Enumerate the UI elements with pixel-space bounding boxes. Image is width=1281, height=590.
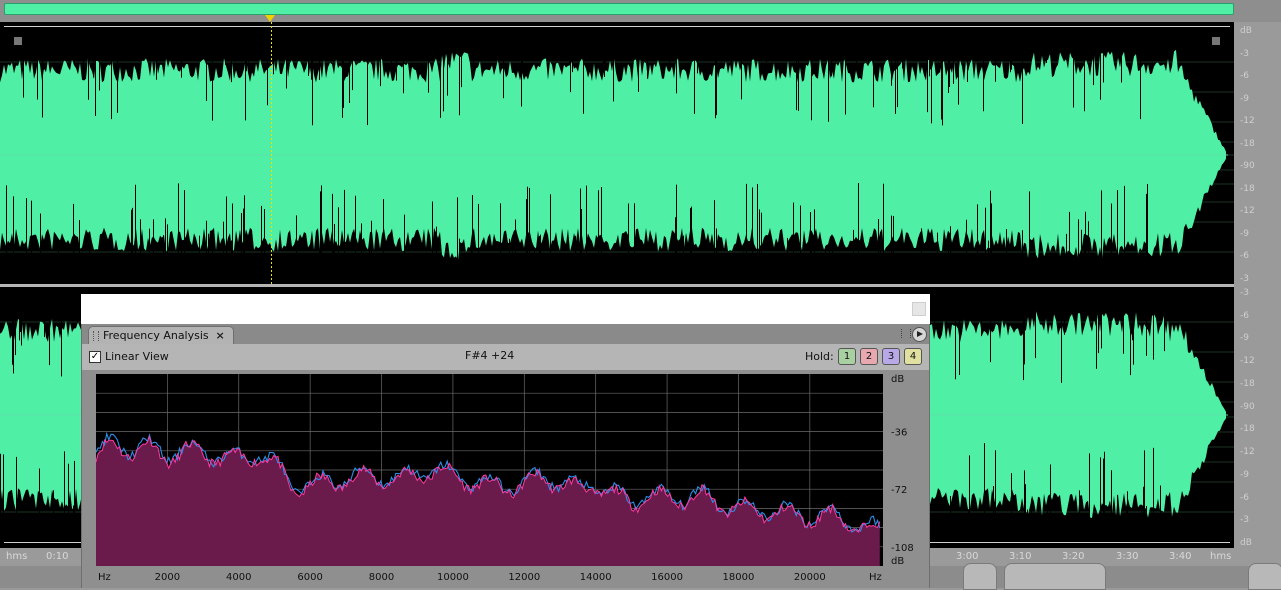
time-tick-label: 3:30 <box>1116 551 1139 562</box>
tab-frequency-analysis[interactable]: Frequency Analysis × <box>88 326 234 345</box>
amplitude-tick-label: -3 <box>1240 288 1249 298</box>
grip-icon[interactable] <box>93 331 99 341</box>
hold-button-1[interactable]: 1 <box>838 348 856 365</box>
tab-label: Frequency Analysis <box>103 329 209 342</box>
overview-bar[interactable] <box>0 0 1281 22</box>
amplitude-tick-label: -90 <box>1240 161 1255 172</box>
x-tick-label: 2000 <box>155 572 180 583</box>
note-readout: F#4 +24 <box>465 349 515 362</box>
amplitude-tick-label: -6 <box>1240 492 1249 503</box>
amplitude-tick-label: -9 <box>1240 333 1249 344</box>
amplitude-tick-label: dB <box>1240 538 1252 548</box>
y-tick-label: -72 <box>891 485 907 496</box>
amplitude-scale-top: dB -3 -6 -9 -12 -18 -90 -18 -12 -9 -6 -3 <box>1234 22 1280 284</box>
frequency-spectrum-graph[interactable]: 2000 4000 6000 8000 10000 12000 14000 16000 1800… <box>82 370 929 588</box>
amplitude-tick-label: dB <box>1240 26 1252 36</box>
amplitude-tick-label: -90 <box>1240 401 1255 412</box>
x-tick-label: 14000 <box>580 572 612 583</box>
hold-button-2[interactable]: 2 <box>860 348 878 365</box>
amplitude-tick-label: -18 <box>1240 378 1255 389</box>
amplitude-tick-label: -3 <box>1240 274 1249 284</box>
grip-icon[interactable] <box>901 329 911 338</box>
amplitude-scale-bottom: -3 -6 -9 -12 -18 -90 -18 -12 -9 -6 -3 dB <box>1234 284 1280 548</box>
panel-tab[interactable] <box>1248 563 1281 590</box>
y-tick-label: -108 <box>891 543 914 554</box>
hold-button-4[interactable]: 4 <box>904 348 922 365</box>
close-icon[interactable] <box>912 302 926 316</box>
y-axis-unit-bottom: dB <box>891 556 904 567</box>
panel-tab[interactable] <box>1004 563 1106 590</box>
x-tick-label: 8000 <box>369 572 394 583</box>
playhead-marker-icon[interactable] <box>265 15 276 22</box>
amplitude-tick-label: -18 <box>1240 183 1255 194</box>
time-tick-label: 3:10 <box>1009 551 1032 562</box>
amplitude-tick-label: -12 <box>1240 116 1255 127</box>
channel-border <box>4 26 1230 27</box>
x-tick-label: 18000 <box>723 572 755 583</box>
amplitude-tick-label: -12 <box>1240 206 1255 217</box>
overview-range-bar[interactable] <box>4 3 1234 15</box>
channel-divider <box>0 284 1234 287</box>
amplitude-tick-label: -9 <box>1240 228 1249 239</box>
handle-icon[interactable] <box>14 37 22 45</box>
time-unit-left: hms <box>6 551 28 562</box>
time-tick-label: 3:20 <box>1062 551 1085 562</box>
x-axis-unit-left: Hz <box>98 572 111 583</box>
time-tick-label: 3:00 <box>956 551 979 562</box>
time-tick-label: 3:40 <box>1169 551 1192 562</box>
amplitude-tick-label: -12 <box>1240 447 1255 458</box>
hold-label: Hold: <box>805 350 834 363</box>
panel-tab-bar: Frequency Analysis × <box>82 324 929 345</box>
amplitude-tick-label: -3 <box>1240 515 1249 526</box>
amplitude-tick-label: -6 <box>1240 71 1249 82</box>
time-tick-label: 0:10 <box>46 551 69 562</box>
amplitude-tick-label: -18 <box>1240 138 1255 149</box>
amplitude-tick-label: -18 <box>1240 424 1255 435</box>
hold-button-3[interactable]: 3 <box>882 348 900 365</box>
linear-view-checkbox[interactable]: ✓ <box>89 351 101 363</box>
y-tick-label: -36 <box>891 428 907 439</box>
amplitude-tick-label: -9 <box>1240 93 1249 104</box>
x-tick-label: 4000 <box>226 572 251 583</box>
panel-tab[interactable] <box>963 563 997 590</box>
amplitude-tick-label: -12 <box>1240 356 1255 367</box>
x-tick-label: 16000 <box>651 572 683 583</box>
close-icon[interactable]: × <box>215 327 224 345</box>
handle-icon[interactable] <box>1212 37 1220 45</box>
y-axis-unit-top: dB <box>891 374 904 385</box>
amplitude-tick-label: -6 <box>1240 251 1249 262</box>
x-tick-label: 10000 <box>437 572 469 583</box>
time-unit-right: hms <box>1210 551 1232 562</box>
frequency-toolbar: ✓ Linear View F#4 +24 Hold: 1 2 3 4 <box>82 344 929 370</box>
x-tick-label: 12000 <box>508 572 540 583</box>
frequency-analysis-panel: Frequency Analysis × ✓ Linear View F#4 +… <box>81 324 930 588</box>
linear-view-label: Linear View <box>105 350 169 363</box>
x-axis-unit-right: Hz <box>869 572 882 583</box>
x-tick-label: 20000 <box>794 572 826 583</box>
panel-float-header[interactable] <box>81 294 930 325</box>
x-tick-label: 6000 <box>297 572 322 583</box>
amplitude-tick-label: -3 <box>1240 48 1249 59</box>
panel-menu-icon[interactable] <box>912 327 927 342</box>
amplitude-tick-label: -9 <box>1240 469 1249 480</box>
amplitude-tick-label: -6 <box>1240 310 1249 321</box>
